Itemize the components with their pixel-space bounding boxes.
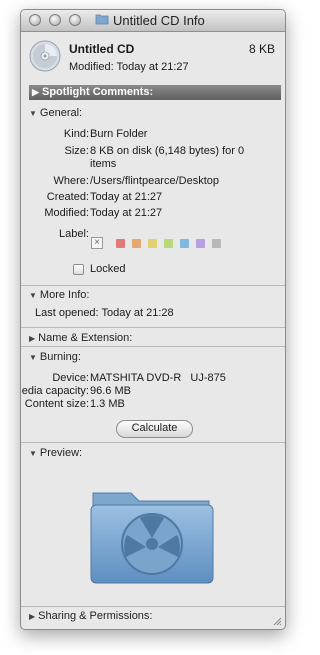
more-info-heading: More Info:: [39, 289, 90, 301]
kind-value: Burn Folder: [90, 128, 148, 140]
kind-label: Kind:: [63, 128, 89, 140]
zoom-button[interactable]: [69, 14, 81, 26]
name-extension-heading: Name & Extension:: [38, 332, 133, 344]
minimize-button[interactable]: [49, 14, 61, 26]
disclosure-down-icon: ▼: [29, 109, 37, 118]
content-size-value: 1.3 MB: [90, 398, 125, 410]
burning-section-toggle[interactable]: ▼ Burning:: [29, 351, 81, 363]
item-modified: Modified: Today at 21:27: [69, 61, 189, 73]
spotlight-comments-label: Spotlight Comments:: [42, 86, 154, 98]
created-value: Today at 21:27: [90, 191, 163, 203]
size-value: 8 KB on disk (6,148 bytes) for 0: [90, 145, 245, 157]
disclosure-down-icon: ▼: [29, 353, 37, 362]
label-color-swatch[interactable]: [132, 239, 141, 248]
content-size-label: Content size:: [24, 398, 89, 410]
disclosure-right-icon: ▶: [29, 612, 36, 621]
media-capacity-value: 96.6 MB: [90, 385, 131, 397]
disclosure-right-icon: ▶: [29, 334, 36, 343]
locked-label: Locked: [90, 263, 126, 275]
divider: [21, 346, 285, 347]
burning-heading: Burning:: [39, 351, 81, 363]
calculate-button[interactable]: Calculate: [116, 420, 193, 438]
size-value-cont: items: [90, 158, 117, 170]
divider: [21, 327, 285, 328]
divider: [21, 442, 285, 443]
label-color-swatch[interactable]: [148, 239, 157, 248]
preview-heading: Preview:: [39, 447, 83, 459]
device-label: Device:: [52, 372, 89, 384]
info-header: Untitled CD 8 KB Modified: Today at 21:2…: [21, 32, 285, 84]
label-color-swatch[interactable]: [164, 239, 173, 248]
title-bar[interactable]: Untitled CD Info: [21, 10, 285, 32]
label-color-swatch[interactable]: [180, 239, 189, 248]
disclosure-down-icon: ▼: [29, 449, 37, 458]
sharing-permissions-section-toggle[interactable]: ▶ Sharing & Permissions:: [29, 610, 152, 622]
divider: [21, 606, 285, 607]
label-color-swatch[interactable]: [116, 239, 125, 248]
more-info-section-toggle[interactable]: ▼ More Info:: [29, 289, 89, 301]
created-label: Created:: [46, 191, 89, 203]
general-section-toggle[interactable]: ▼ General:: [29, 107, 82, 119]
burn-folder-preview-icon: [90, 492, 214, 584]
disclosure-down-icon: ▼: [29, 291, 37, 300]
sharing-permissions-heading: Sharing & Permissions:: [38, 610, 153, 622]
close-button[interactable]: [29, 14, 41, 26]
info-window: Untitled CD Info Untitled CD 8 KB Modifi…: [20, 9, 286, 630]
modified-label: Modified:: [44, 207, 89, 219]
modified-value: Today at 21:27: [90, 207, 163, 219]
preview-section-toggle[interactable]: ▼ Preview:: [29, 447, 82, 459]
size-label: Size:: [64, 145, 89, 157]
label-color-swatch[interactable]: [212, 239, 221, 248]
spotlight-comments-section[interactable]: ▶ Spotlight Comments:: [29, 85, 281, 100]
last-opened: Last opened: Today at 21:28: [35, 307, 174, 319]
item-size: 8 KB: [248, 42, 275, 56]
device-value: MATSHITA DVD-R UJ-875: [90, 372, 226, 384]
general-heading: General:: [39, 107, 83, 119]
window-title: Untitled CD Info: [113, 13, 205, 28]
item-name: Untitled CD: [69, 42, 135, 56]
disclosure-right-icon: ▶: [32, 87, 39, 97]
label-none-button[interactable]: ×: [91, 237, 103, 249]
where-value: /Users/flintpearce/Desktop: [90, 175, 219, 187]
locked-checkbox[interactable]: [73, 264, 84, 275]
where-label: Where:: [53, 175, 89, 187]
label-color-swatch[interactable]: [196, 239, 205, 248]
name-extension-section-toggle[interactable]: ▶ Name & Extension:: [29, 332, 132, 344]
resize-grip-icon[interactable]: [272, 616, 282, 626]
label-label: Label:: [59, 228, 89, 240]
burn-folder-icon: [95, 14, 109, 25]
divider: [21, 285, 285, 286]
cd-icon: [29, 40, 61, 72]
media-capacity-label: Media capacity:: [20, 385, 89, 397]
